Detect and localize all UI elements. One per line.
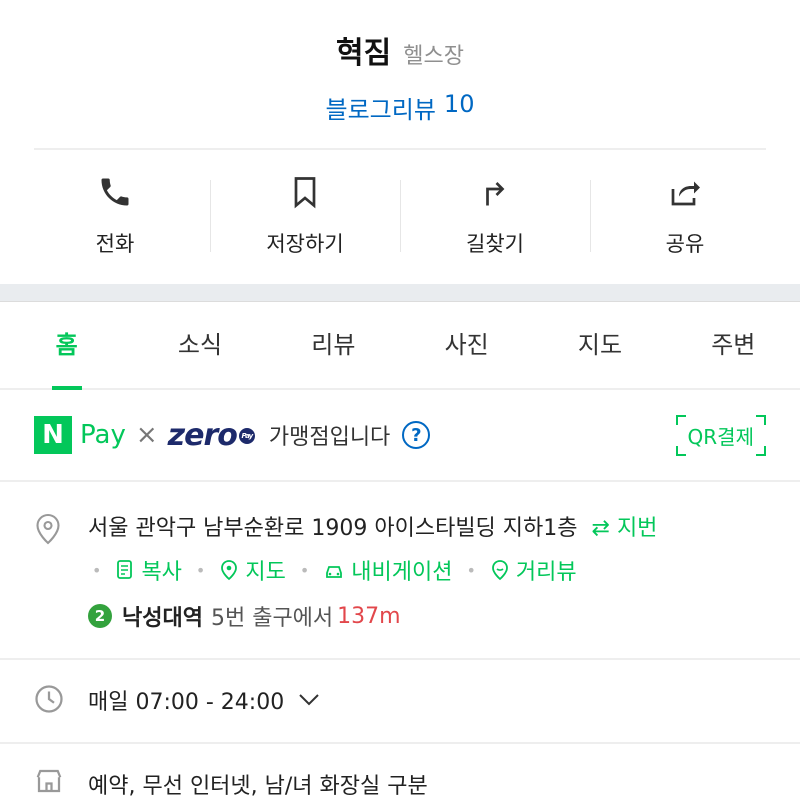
- share-button[interactable]: 공유: [590, 152, 780, 282]
- hours-section[interactable]: 매일 07:00 - 24:00: [0, 660, 800, 744]
- call-button[interactable]: 전화: [20, 152, 210, 282]
- action-bar: 전화 저장하기 길찾기 공유: [20, 152, 780, 282]
- car-icon: [326, 566, 343, 578]
- navigation-label: 내비게이션: [351, 560, 453, 585]
- copy-link[interactable]: 복사: [115, 554, 182, 586]
- npay-logo: N: [34, 416, 72, 454]
- directions-button[interactable]: 길찾기: [400, 152, 590, 282]
- clock-icon: [35, 685, 63, 713]
- blog-review-label: 블로그리뷰: [325, 96, 436, 124]
- station-exit: 5번 출구에서: [210, 606, 334, 631]
- address-line: 서울 관악구 남부순환로 1909 아이스타빌딩 지하1층 ⇄ 지번: [88, 510, 657, 542]
- map-pin-icon: [221, 560, 238, 581]
- place-category: 헬스장: [403, 44, 464, 69]
- address-section: 서울 관악구 남부순환로 1909 아이스타빌딩 지하1층 ⇄ 지번 • 복사 …: [0, 482, 800, 660]
- qr-payment-button[interactable]: QR결제: [675, 414, 766, 456]
- phone-icon: [101, 178, 129, 206]
- x-separator: ×: [135, 420, 158, 450]
- blog-review-count: 10: [443, 90, 475, 118]
- navigation-link[interactable]: 내비게이션: [323, 554, 452, 586]
- payment-row: N Pay × zero Pay 가맹점입니다 ? QR결제: [0, 390, 800, 482]
- bullet: •: [195, 560, 206, 580]
- bookmark-icon: [294, 177, 316, 209]
- copy-label: 복사: [141, 560, 182, 585]
- npay-text: Pay: [80, 420, 126, 450]
- bullet: •: [299, 560, 310, 580]
- help-icon[interactable]: ?: [402, 421, 431, 449]
- directions-icon: [486, 182, 505, 206]
- amenities-text: 예약, 무선 인터넷, 남/녀 화장실 구분: [88, 774, 428, 799]
- station-distance: 137m: [337, 603, 401, 629]
- share-icon: [671, 181, 700, 206]
- tab-reviews[interactable]: 리뷰: [267, 302, 400, 388]
- tab-home[interactable]: 홈: [0, 302, 133, 390]
- subway-info: 2 낙성대역 5번 출구에서 137m: [88, 600, 401, 632]
- amenities-section: 예약, 무선 인터넷, 남/녀 화장실 구분: [0, 744, 800, 800]
- map-label: 지도: [245, 560, 286, 585]
- location-pin-icon: [36, 513, 60, 545]
- address-text: 서울 관악구 남부순환로 1909 아이스타빌딩 지하1층: [88, 516, 578, 541]
- bullet: •: [92, 560, 102, 580]
- tab-photos[interactable]: 사진: [400, 302, 533, 388]
- zeropay-logo: zero Pay: [168, 418, 255, 453]
- zeropay-text: zero: [167, 417, 238, 453]
- save-label: 저장하기: [266, 232, 344, 256]
- tab-news[interactable]: 소식: [133, 302, 266, 388]
- place-header: 혁짐 헬스장 블로그리뷰 10: [0, 0, 800, 150]
- zeropay-badge: Pay: [238, 428, 255, 444]
- street-view-label: 거리뷰: [515, 560, 577, 585]
- hours-text: 매일 07:00 - 24:00: [88, 690, 285, 715]
- street-view-icon: [492, 560, 508, 581]
- tab-bar: 홈 소식 리뷰 사진 지도 주변: [0, 302, 800, 390]
- jibun-toggle[interactable]: ⇄ 지번: [592, 510, 658, 542]
- street-view-link[interactable]: 거리뷰: [490, 554, 577, 586]
- blog-review-link[interactable]: 블로그리뷰 10: [326, 90, 475, 125]
- save-button[interactable]: 저장하기: [210, 152, 400, 282]
- call-label: 전화: [95, 232, 135, 256]
- section-gap: [0, 284, 800, 302]
- bullet: •: [466, 560, 476, 580]
- tab-map[interactable]: 지도: [533, 302, 666, 388]
- payment-suffix: 가맹점입니다: [268, 425, 391, 450]
- copy-icon: [117, 560, 133, 579]
- qr-payment-label: QR결제: [687, 424, 754, 449]
- store-icon: [36, 769, 62, 793]
- divider: [34, 148, 766, 150]
- subway-line-badge: 2: [88, 604, 112, 628]
- tab-nearby[interactable]: 주변: [667, 302, 800, 388]
- directions-label: 길찾기: [466, 232, 524, 256]
- hours-row: 매일 07:00 - 24:00: [88, 684, 320, 716]
- chevron-down-icon[interactable]: [298, 693, 320, 707]
- address-links: • 복사 • 지도 • 내비게이션 • 거리뷰: [88, 554, 577, 586]
- station-name: 낙성대역: [122, 606, 203, 631]
- share-label: 공유: [665, 232, 705, 256]
- title-row: 혁짐 헬스장: [0, 28, 800, 72]
- place-name: 혁짐: [336, 36, 392, 71]
- map-link[interactable]: 지도: [219, 554, 286, 586]
